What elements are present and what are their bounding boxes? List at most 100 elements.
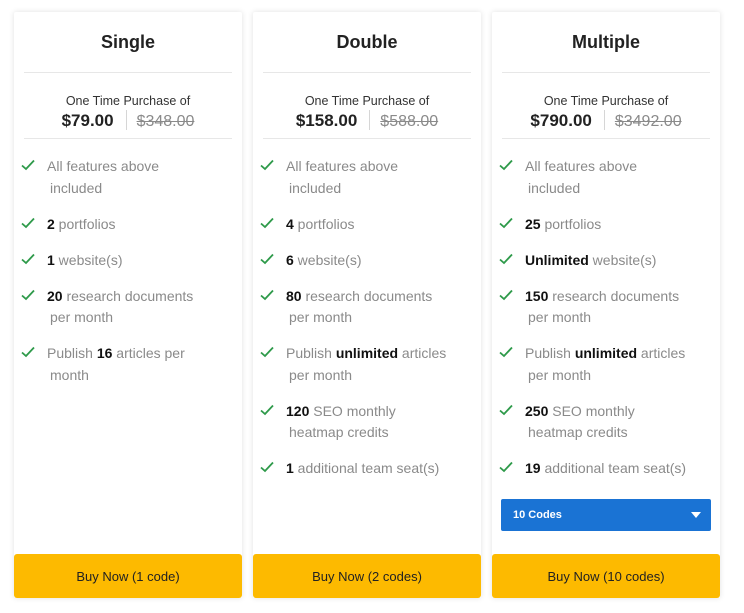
- feature-text: SEO monthly: [309, 402, 396, 419]
- feature-text: research documents: [548, 287, 680, 304]
- feature-text-continued: per month: [289, 309, 353, 325]
- purchase-subheading: One Time Purchase of: [304, 94, 430, 108]
- code-quantity-select[interactable]: 10 Codes: [501, 499, 711, 531]
- plan-title: Single: [100, 32, 155, 52]
- feature-item: 80 research documents per month: [253, 286, 481, 329]
- pricing-card-multiple: Multiple One Time Purchase of $790.00 $34…: [492, 12, 720, 598]
- select-value: 10 Codes: [513, 509, 562, 521]
- feature-value: 1: [47, 251, 55, 268]
- feature-value: 80: [286, 287, 302, 304]
- feature-item: 150 research documents per month: [492, 286, 720, 329]
- check-icon: [21, 217, 35, 228]
- feature-text: Publish: [525, 345, 575, 361]
- check-icon: [21, 159, 35, 171]
- original-price: $588.00: [380, 113, 439, 130]
- feature-text-continued: included: [528, 179, 581, 196]
- feature-text: articles: [637, 345, 686, 361]
- feature-item: Publish 16 articles per month: [14, 343, 242, 386]
- feature-value: 20: [47, 287, 63, 304]
- feature-text: additional team seat(s): [293, 460, 440, 476]
- feature-value: 6: [286, 251, 294, 268]
- feature-text-continued: per month: [528, 366, 592, 383]
- pricing-card-double: Double One Time Purchase of $158.00 $588.…: [253, 12, 481, 598]
- feature-value: 25: [525, 215, 541, 232]
- check-icon: [260, 159, 274, 171]
- check-icon: [260, 404, 274, 415]
- check-icon: [260, 461, 274, 473]
- check-icon: [499, 159, 513, 171]
- feature-value: 150: [525, 287, 549, 304]
- feature-text-continued: per month: [50, 309, 114, 325]
- original-price: $348.00: [136, 113, 195, 130]
- feature-text: website(s): [588, 251, 657, 268]
- feature-text-continued: per month: [289, 366, 353, 383]
- check-icon: [499, 346, 513, 358]
- check-icon: [499, 461, 513, 473]
- divider: [502, 138, 710, 139]
- feature-text: website(s): [54, 251, 123, 268]
- feature-item: All features above included: [492, 156, 720, 199]
- feature-text: Publish: [47, 345, 97, 361]
- feature-text: research documents: [62, 287, 194, 304]
- feature-value: Unlimited: [525, 251, 589, 268]
- current-price: $79.00: [61, 111, 114, 130]
- feature-value: unlimited: [574, 345, 638, 361]
- feature-text-continued: included: [289, 179, 342, 196]
- plan-title: Multiple: [572, 32, 640, 52]
- current-price: $790.00: [530, 111, 592, 130]
- feature-item: 1 website(s): [14, 250, 242, 272]
- feature-item: 6 website(s): [253, 250, 481, 272]
- feature-list: All features above included 25 portfolios…: [492, 156, 720, 494]
- feature-item: 120 SEO monthly heatmap credits: [253, 401, 481, 444]
- pricing-card-single: Single One Time Purchase of $79.00 $348.0…: [14, 12, 242, 598]
- feature-value: 2: [47, 215, 55, 232]
- feature-item: 1 additional team seat(s): [253, 458, 481, 480]
- feature-text: portfolios: [54, 215, 116, 232]
- chevron-down-icon: [691, 512, 701, 518]
- check-icon: [499, 289, 513, 300]
- feature-value: 16: [96, 345, 113, 361]
- feature-value: 250: [525, 402, 549, 419]
- feature-item: 25 portfolios: [492, 214, 720, 236]
- feature-item: 4 portfolios: [253, 214, 481, 236]
- check-icon: [499, 217, 513, 228]
- feature-text: All features above: [286, 158, 399, 174]
- divider: [24, 138, 232, 139]
- check-icon: [260, 289, 274, 300]
- plan-title: Double: [336, 32, 398, 52]
- feature-item: Publish unlimited articles per month: [492, 343, 720, 386]
- buy-now-button[interactable]: Buy Now (10 codes): [492, 554, 720, 598]
- feature-item: 250 SEO monthly heatmap credits: [492, 401, 720, 444]
- price-divider: [125, 109, 127, 130]
- feature-item: Unlimited website(s): [492, 250, 720, 272]
- check-icon: [21, 253, 35, 264]
- price-row: $79.00 $348.00: [14, 109, 242, 132]
- divider: [502, 72, 710, 73]
- feature-text: portfolios: [293, 215, 355, 232]
- feature-value: unlimited: [335, 345, 399, 361]
- check-icon: [499, 404, 513, 415]
- feature-text: website(s): [293, 251, 362, 268]
- original-price: $3492.00: [614, 113, 682, 130]
- feature-item: All features above included: [14, 156, 242, 199]
- price-divider: [603, 109, 605, 130]
- feature-text: All features above: [525, 158, 638, 174]
- feature-list: All features above included 2 portfolios …: [14, 156, 242, 401]
- feature-item: 2 portfolios: [14, 214, 242, 236]
- feature-value: 120: [286, 402, 310, 419]
- buy-now-button[interactable]: Buy Now (1 code): [14, 554, 242, 598]
- feature-text: SEO monthly: [548, 402, 635, 419]
- feature-item: 20 research documents per month: [14, 286, 242, 329]
- feature-text: Publish: [286, 345, 336, 361]
- price-divider: [369, 109, 371, 130]
- purchase-subheading: One Time Purchase of: [65, 94, 191, 108]
- feature-item: Publish unlimited articles per month: [253, 343, 481, 386]
- feature-text: portfolios: [540, 215, 602, 232]
- purchase-subheading: One Time Purchase of: [543, 94, 669, 108]
- buy-now-button[interactable]: Buy Now (2 codes): [253, 554, 481, 598]
- feature-value: 4: [286, 215, 294, 232]
- check-icon: [21, 289, 35, 300]
- feature-value: 19: [525, 460, 541, 476]
- feature-text: articles per: [112, 345, 185, 361]
- feature-text: research documents: [301, 287, 433, 304]
